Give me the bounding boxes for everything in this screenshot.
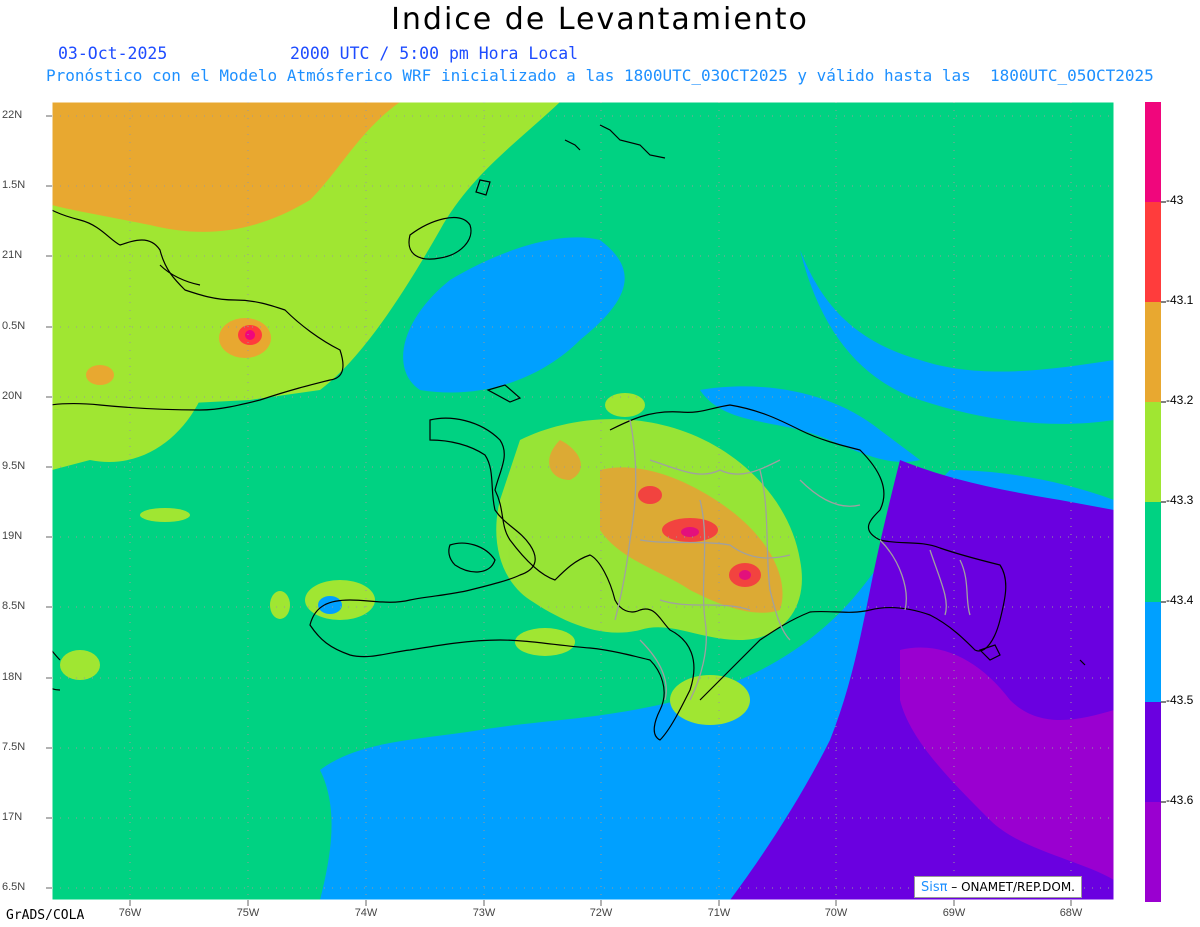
- x-axis-label: 76W: [118, 907, 142, 919]
- x-axis-label: 74W: [354, 907, 378, 919]
- colorbar-label: -43: [1166, 193, 1184, 207]
- y-axis-label: 9.5N: [2, 460, 26, 472]
- y-axis-label: 18N: [2, 671, 23, 683]
- y-axis-label: 8.5N: [2, 600, 26, 612]
- colorbar-swatch-1: [1145, 102, 1161, 202]
- model-description: Pronóstico con el Modelo Atmósferico WRF…: [46, 66, 1154, 85]
- y-axis-label: 20N: [2, 390, 23, 402]
- colorbar-swatch-2: [1145, 202, 1161, 302]
- x-axis-label: 68W: [1059, 907, 1083, 919]
- colorbar-swatch-8: [1145, 802, 1161, 902]
- y-axis-label: 21N: [2, 249, 23, 261]
- y-axis-label: 0.5N: [2, 320, 26, 332]
- x-axis-label: 71W: [707, 907, 731, 919]
- colorbar-label: -43.3: [1166, 493, 1194, 507]
- colorbar-swatch-7: [1145, 702, 1161, 802]
- forecast-date: 03-Oct-2025: [58, 44, 168, 63]
- colorbar: [1145, 102, 1166, 902]
- x-axis-label: 70W: [824, 907, 848, 919]
- y-axis-label: 22N: [2, 109, 23, 121]
- forecast-map: [46, 101, 1166, 906]
- map-field: [52, 102, 1114, 900]
- colorbar-label: -43.4: [1166, 593, 1194, 607]
- y-axis-label: 19N: [2, 530, 23, 542]
- colorbar-label: -43.5: [1166, 693, 1194, 707]
- grads-footer: GrADS/COLA: [6, 908, 85, 923]
- colorbar-label: -43.2: [1166, 393, 1194, 407]
- colorbar-swatch-3: [1145, 302, 1161, 402]
- colorbar-label: -43.6: [1166, 793, 1194, 807]
- map-title: Indice de Levantamiento: [391, 2, 809, 37]
- y-axis-label: 7.5N: [2, 741, 26, 753]
- x-axis-label: 69W: [942, 907, 966, 919]
- sispi-logo: Sisπ: [921, 880, 948, 895]
- x-axis-label: 75W: [236, 907, 260, 919]
- y-axis-label: 17N: [2, 811, 23, 823]
- colorbar-swatch-6: [1145, 602, 1161, 702]
- x-axis-label: 72W: [589, 907, 613, 919]
- x-axis-label: 73W: [472, 907, 496, 919]
- forecast-time: 2000 UTC / 5:00 pm Hora Local: [290, 44, 579, 63]
- y-axis-label: 6.5N: [2, 881, 26, 893]
- y-axis-label: 1.5N: [2, 179, 26, 191]
- colorbar-label: -43.1: [1166, 293, 1194, 307]
- credit-box: Sisπ – ONAMET/REP.DOM.: [914, 876, 1082, 898]
- colorbar-swatch-4: [1145, 402, 1161, 502]
- credit-text: – ONAMET/REP.DOM.: [947, 880, 1075, 894]
- colorbar-swatch-5: [1145, 502, 1161, 602]
